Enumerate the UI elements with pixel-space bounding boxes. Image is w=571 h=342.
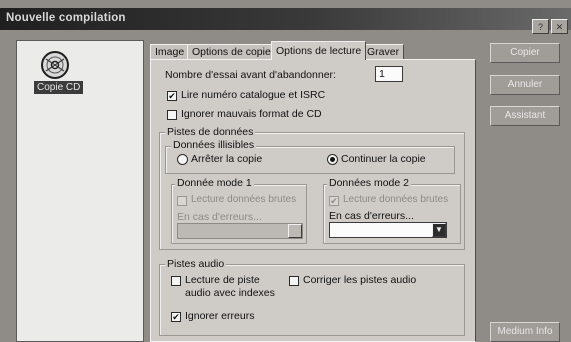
media-info-button[interactable]: Medium Info: [490, 322, 560, 342]
fix-audio-checkbox[interactable]: [289, 276, 299, 286]
copy-cd-item[interactable]: Copie CD: [34, 81, 84, 94]
mode2-title: Données mode 2: [327, 177, 411, 189]
mode2-raw-read-label: Lecture données brutes: [343, 194, 449, 205]
mode1-on-error-select[interactable]: [177, 223, 303, 239]
chevron-down-icon: ▼: [432, 223, 446, 237]
continue-copy-label: Continuer la copie: [341, 153, 426, 165]
ignore-bad-format-label: Ignorer mauvais format de CD: [181, 108, 322, 120]
title-bar: Nouvelle compilation ? ✕: [0, 8, 571, 34]
ignore-errors-checkbox[interactable]: ✔: [171, 312, 181, 322]
read-options-panel: Nombre d'essai avant d'abandonner: 1 ✔ L…: [150, 59, 476, 342]
fix-audio-label: Corriger les pistes audio: [303, 274, 417, 286]
mode1-raw-read-checkbox[interactable]: [177, 196, 187, 206]
mode2-on-error-select[interactable]: ▼: [329, 222, 447, 238]
tab-read-options[interactable]: Options de lecture: [271, 41, 367, 60]
chevron-down-icon: [288, 224, 302, 238]
mode2-on-error-label: En cas d'erreurs...: [329, 210, 414, 222]
read-index-label-line2: audio avec indexes: [185, 287, 275, 299]
read-catalog-checkbox[interactable]: ✔: [167, 91, 177, 101]
close-button[interactable]: ✕: [551, 19, 568, 34]
compilation-type-list[interactable]: Copie CD: [16, 40, 144, 342]
ignore-bad-format-checkbox[interactable]: [167, 110, 177, 120]
cancel-button[interactable]: Annuler: [490, 75, 560, 95]
window-title: Nouvelle compilation: [6, 12, 126, 24]
help-button[interactable]: ?: [532, 19, 549, 34]
dialog-window: Nouvelle compilation ? ✕ Copie CD Image …: [0, 0, 571, 342]
ignore-errors-label: Ignorer erreurs: [185, 310, 255, 322]
cd-disc-icon: [41, 51, 69, 79]
tab-copy-options[interactable]: Options de copie: [187, 44, 276, 60]
retry-label: Nombre d'essai avant d'abandonner:: [165, 69, 336, 81]
copy-button[interactable]: Copier: [490, 43, 560, 63]
read-catalog-label: Lire numéro catalogue et ISRC: [181, 89, 326, 101]
mode1-title: Donnée mode 1: [175, 177, 254, 189]
unreadable-data-title: Données illisibles: [171, 139, 257, 151]
stop-copy-label: Arrêter la copie: [191, 153, 263, 165]
retry-count-input[interactable]: 1: [375, 66, 403, 82]
continue-copy-radio[interactable]: [327, 154, 338, 165]
data-tracks-title: Pistes de données: [165, 126, 256, 138]
stop-copy-radio[interactable]: [177, 154, 188, 165]
mode1-on-error-label: En cas d'erreurs...: [177, 211, 262, 223]
read-index-checkbox[interactable]: [171, 276, 181, 286]
read-index-label-line1: Lecture de piste: [185, 274, 260, 286]
mode1-raw-read-label: Lecture données brutes: [191, 194, 297, 205]
tab-burn[interactable]: Graver: [362, 44, 405, 60]
audio-tracks-title: Pistes audio: [165, 258, 227, 270]
mode2-raw-read-checkbox[interactable]: ✔: [329, 196, 339, 206]
wizard-button[interactable]: Assistant: [490, 106, 560, 126]
tab-image[interactable]: Image: [150, 44, 190, 60]
